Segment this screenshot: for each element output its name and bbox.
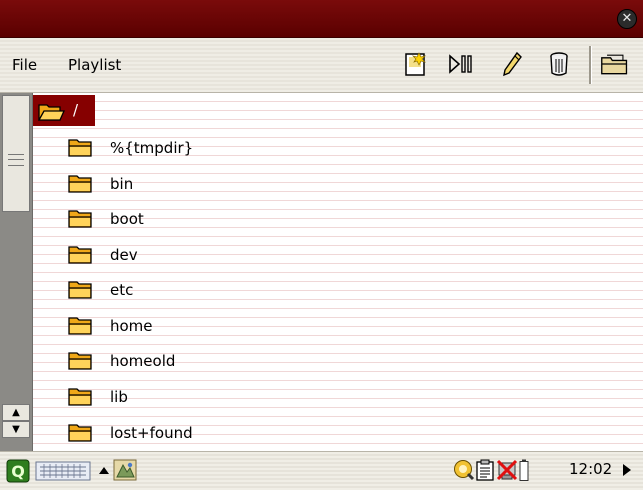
list-item[interactable]: homeold [68, 346, 628, 376]
no-connection-icon [496, 459, 518, 481]
folder-icon [68, 424, 92, 442]
list-item-label: %{tmpdir} [110, 139, 194, 157]
list-item-root[interactable]: / [33, 95, 95, 126]
clipboard-button[interactable] [475, 459, 495, 481]
list-item-label: bin [110, 175, 134, 193]
menu-playlist[interactable]: Playlist [68, 56, 121, 74]
list-item[interactable]: bin [68, 169, 628, 199]
clipboard-icon [476, 459, 494, 481]
app-icon [113, 459, 137, 481]
network-status-button[interactable] [453, 459, 475, 481]
folder-icon [68, 352, 92, 370]
folder-icon [68, 317, 92, 335]
play-pause-icon [449, 54, 472, 74]
list-item-label: home [110, 317, 153, 335]
input-method-toggle[interactable] [98, 465, 110, 475]
grip-icon [8, 154, 24, 166]
list-item-label: / [73, 101, 79, 119]
list-item-label: dev [110, 246, 138, 264]
keyboard-icon [35, 461, 91, 481]
open-folder-icon [38, 104, 65, 121]
list-item[interactable]: lost+found [68, 418, 628, 448]
list-item[interactable]: boot [68, 204, 628, 234]
open-directory-button[interactable] [600, 49, 630, 79]
battery-icon [519, 459, 529, 481]
menu-file[interactable]: File [12, 56, 37, 74]
trash-icon [550, 52, 568, 76]
list-item-label: lib [110, 388, 128, 406]
list-item[interactable]: home [68, 311, 628, 341]
edit-icon [503, 51, 522, 77]
folder-icon [68, 388, 92, 406]
folder-icon [68, 210, 92, 228]
folder-icon [68, 175, 92, 193]
list-item-label: boot [110, 210, 144, 228]
start-icon: Q [6, 459, 30, 483]
network-icon [454, 460, 475, 481]
taskbar-expand-button[interactable] [621, 462, 633, 478]
folder-icon [68, 139, 92, 157]
new-icon [405, 52, 427, 76]
close-button[interactable]: ✕ [617, 9, 637, 29]
list-item[interactable]: etc [68, 275, 628, 305]
list-item-label: lost+found [110, 424, 193, 442]
scroll-down-button[interactable]: ▼ [2, 421, 30, 438]
taskbar: Q 12:02 [0, 451, 643, 490]
toolbar-separator [589, 46, 592, 84]
folder-icon [68, 281, 92, 299]
scroll-up-button[interactable]: ▲ [2, 404, 30, 421]
new-playlist-button[interactable] [401, 49, 431, 79]
delete-button[interactable] [544, 49, 574, 79]
edit-button[interactable] [497, 49, 527, 79]
list-item-label: etc [110, 281, 134, 299]
menu-toolbar: File Playlist [0, 38, 643, 93]
right-arrow-icon [623, 464, 631, 476]
open-folder-icon [601, 54, 628, 75]
app-launcher-button[interactable] [113, 459, 137, 481]
clock[interactable]: 12:02 [569, 460, 612, 478]
scrollbar-thumb[interactable] [2, 95, 30, 212]
list-item[interactable]: lib [68, 382, 628, 412]
list-item[interactable]: %{tmpdir} [68, 133, 628, 163]
file-list[interactable]: ▲ ▼ / %{tmpdir} bin boot dev etc home ho… [0, 93, 643, 451]
svg-text:Q: Q [11, 462, 25, 481]
title-bar: ✕ [0, 0, 643, 38]
keyboard-button[interactable] [35, 460, 91, 482]
battery-status[interactable] [519, 459, 529, 481]
up-arrow-icon [99, 467, 109, 474]
list-item[interactable]: dev [68, 240, 628, 270]
start-button[interactable]: Q [6, 459, 30, 483]
vertical-scrollbar[interactable]: ▲ ▼ [0, 93, 33, 451]
list-item-label: homeold [110, 352, 176, 370]
play-pause-button[interactable] [447, 49, 477, 79]
folder-icon [68, 246, 92, 264]
connection-status[interactable] [496, 459, 518, 481]
